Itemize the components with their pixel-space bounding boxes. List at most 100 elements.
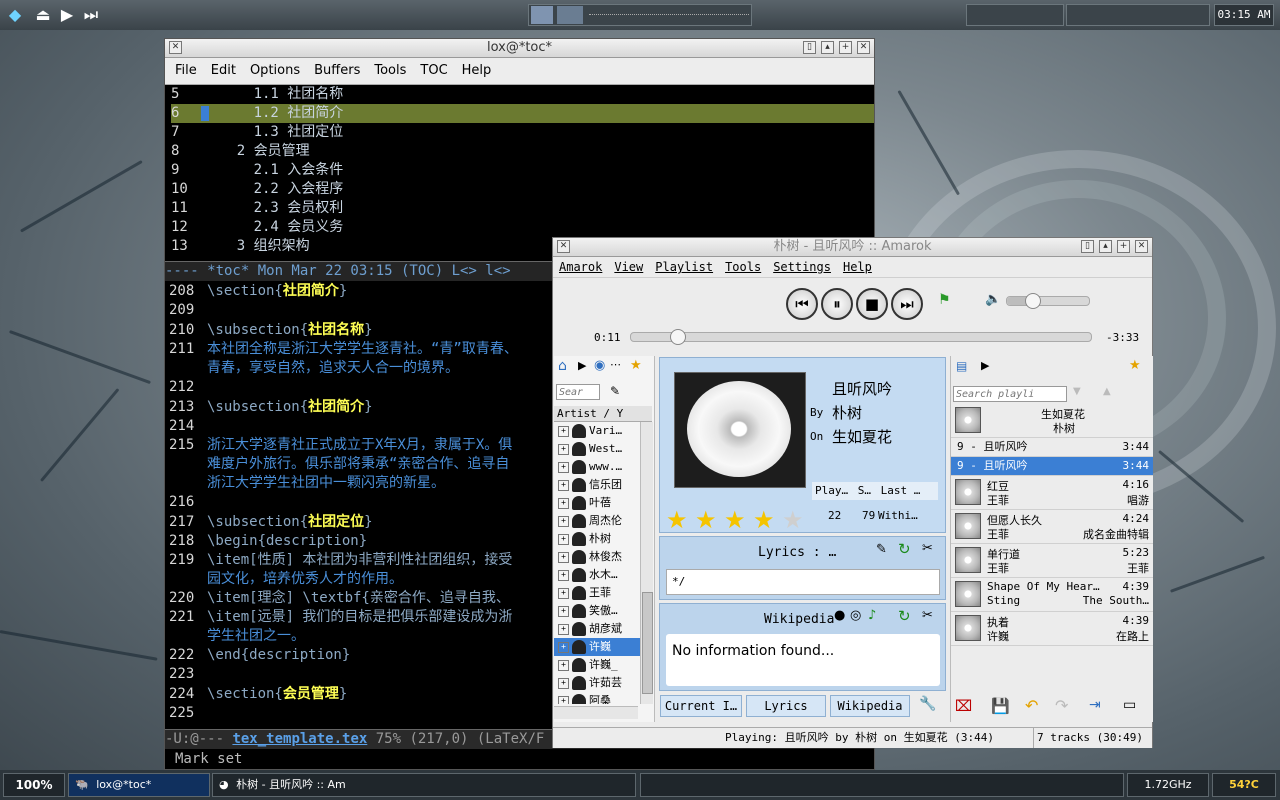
- artist-column-header[interactable]: Artist / Y: [554, 406, 652, 422]
- artist-item[interactable]: + West…: [554, 440, 640, 458]
- cpu-frequency[interactable]: 1.72GHz: [1127, 773, 1209, 797]
- playlist-row[interactable]: Shape Of My Hear… 4:39 Sting The South…: [951, 578, 1153, 612]
- playlist-search-input[interactable]: [953, 386, 1067, 402]
- play-icon[interactable]: ▶: [56, 4, 78, 26]
- artist-item[interactable]: + 周杰伦: [554, 512, 640, 530]
- next-icon[interactable]: ⏭: [80, 4, 102, 26]
- clear-playlist-icon[interactable]: ⌧: [955, 697, 972, 715]
- queue-manager-icon[interactable]: ▭: [1123, 697, 1136, 713]
- rating-star-icon[interactable]: ★: [695, 508, 719, 532]
- settings-icon[interactable]: ✂: [922, 541, 933, 556]
- track-album[interactable]: 生如夏花: [832, 426, 892, 447]
- menu-item-buffers[interactable]: Buffers: [314, 63, 360, 78]
- toc-line[interactable]: 6 1.2 社团简介: [171, 104, 874, 123]
- star-folder-icon[interactable]: ★: [630, 358, 642, 373]
- expand-icon[interactable]: +: [558, 587, 569, 599]
- seek-knob[interactable]: [670, 329, 686, 345]
- rating-star-icon[interactable]: ★: [724, 508, 748, 532]
- playlist-icon[interactable]: ▤: [956, 359, 967, 373]
- album-icon[interactable]: ◎: [850, 608, 861, 623]
- previous-button[interactable]: ⏮: [786, 288, 818, 320]
- expand-icon[interactable]: +: [558, 569, 569, 581]
- scrollbar-thumb[interactable]: [642, 592, 653, 694]
- rating-star-icon[interactable]: ★: [753, 508, 777, 532]
- shade-icon[interactable]: ▯: [803, 41, 816, 54]
- playlist-row[interactable]: 但愿人长久 4:24 王菲 成名金曲特辑: [951, 510, 1153, 544]
- expand-icon[interactable]: +: [558, 461, 569, 473]
- amarok-titlebar[interactable]: ✕ 朴树 - 且听风吟 :: Amarok ▯ ▴ + ✕: [553, 238, 1152, 257]
- expand-icon[interactable]: +: [558, 515, 569, 527]
- seek-slider[interactable]: [630, 329, 1092, 345]
- close-icon[interactable]: ✕: [1135, 240, 1148, 253]
- artist-item[interactable]: + 阿桑: [554, 692, 640, 704]
- expand-icon[interactable]: +: [558, 497, 569, 509]
- menu-item-options[interactable]: Options: [250, 63, 300, 78]
- horizontal-scrollbar[interactable]: [554, 706, 638, 719]
- wrench-icon[interactable]: 🔧: [916, 696, 940, 716]
- artist-item[interactable]: + 许巍: [554, 638, 640, 656]
- volume-knob[interactable]: [1024, 293, 1041, 309]
- shade-icon[interactable]: ▯: [1081, 240, 1094, 253]
- artist-item[interactable]: + 叶蓓: [554, 494, 640, 512]
- artist-item[interactable]: + 许巍_: [554, 656, 640, 674]
- maximize-icon[interactable]: +: [1117, 240, 1130, 253]
- edit-filter-icon[interactable]: ✎: [610, 384, 620, 398]
- goto-current-icon[interactable]: ⇥: [1089, 697, 1101, 713]
- redo-icon[interactable]: ↷: [1055, 696, 1068, 715]
- taskbar-slot-1[interactable]: [966, 4, 1064, 26]
- expand-icon[interactable]: +: [558, 425, 569, 437]
- artist-item[interactable]: + 笑傲…: [554, 602, 640, 620]
- close-icon[interactable]: ✕: [857, 41, 870, 54]
- window-menu-icon[interactable]: ✕: [169, 41, 182, 54]
- expand-icon[interactable]: +: [558, 659, 569, 671]
- tab-wikipedia[interactable]: Wikipedia: [830, 695, 910, 717]
- collection-search-input[interactable]: [556, 384, 600, 400]
- collection-icon[interactable]: ◉: [594, 358, 605, 373]
- volume-slider[interactable]: [1006, 293, 1090, 309]
- playlist-row[interactable]: 9 - 且听风吟 3:44: [951, 438, 1153, 457]
- taskbar-slot-2[interactable]: [1066, 4, 1210, 26]
- edit-lyrics-icon[interactable]: ✎: [876, 542, 887, 557]
- clock[interactable]: 03:15 AM: [1214, 4, 1274, 26]
- save-icon[interactable]: 💾: [991, 697, 1010, 715]
- window-menu-icon[interactable]: ✕: [557, 240, 570, 253]
- menu-item-help[interactable]: Help: [843, 260, 872, 274]
- toc-buffer[interactable]: 5 1.1 社团名称 6 1.2 社团简介 7 1.3 社团定位 8 2 会员管理 9 …: [165, 85, 874, 261]
- artist-item[interactable]: + 胡彦斌: [554, 620, 640, 638]
- menu-item-tools[interactable]: Tools: [374, 63, 406, 78]
- tab-lyrics[interactable]: Lyrics: [746, 695, 826, 717]
- refresh-icon[interactable]: ↻: [898, 607, 911, 625]
- rating-star-icon[interactable]: ★: [782, 508, 806, 532]
- playlist-row[interactable]: 单行道 5:23 王菲 王菲: [951, 544, 1153, 578]
- menu-item-toc[interactable]: TOC: [420, 63, 447, 78]
- flag-icon[interactable]: ⚑: [938, 292, 951, 308]
- down-arrow-icon[interactable]: ▼: [1073, 386, 1081, 397]
- artist-item[interactable]: + 信乐团: [554, 476, 640, 494]
- minibuffer[interactable]: Mark set: [165, 749, 874, 769]
- menu-item-amarok[interactable]: Amarok: [559, 260, 602, 274]
- expand-icon[interactable]: +: [558, 677, 569, 689]
- playlist-row[interactable]: 9 - 且听风吟 3:44: [951, 457, 1153, 476]
- menu-item-edit[interactable]: Edit: [211, 63, 236, 78]
- artist-item[interactable]: + 林俊杰: [554, 548, 640, 566]
- menu-item-tools[interactable]: Tools: [725, 260, 761, 274]
- temperature[interactable]: 54?C: [1212, 773, 1276, 797]
- minimize-icon[interactable]: ▴: [1099, 240, 1112, 253]
- toc-line[interactable]: 7 1.3 社团定位: [171, 123, 874, 142]
- next-button[interactable]: ⏭: [891, 288, 923, 320]
- artist-item[interactable]: + 王菲: [554, 584, 640, 602]
- star-folder-icon[interactable]: ★: [1129, 358, 1141, 373]
- stop-button[interactable]: ■: [856, 288, 888, 320]
- artist-icon[interactable]: ●: [834, 608, 845, 623]
- playlist-row[interactable]: 执着 4:39 许巍 在路上: [951, 612, 1153, 646]
- zoom-indicator[interactable]: 100%: [3, 773, 65, 797]
- expand-icon[interactable]: +: [558, 551, 569, 563]
- expand-icon[interactable]: +: [558, 479, 569, 491]
- pager-desktop-1[interactable]: [531, 6, 553, 24]
- task-amarok[interactable]: ◕ 朴树 - 且听风吟 :: Am: [212, 773, 636, 797]
- expand-icon[interactable]: +: [558, 443, 569, 455]
- emacs-titlebar[interactable]: ✕ lox@*toc* ▯ ▴ + ✕: [165, 39, 874, 58]
- up-arrow-icon[interactable]: ▲: [1103, 386, 1111, 397]
- album-cover[interactable]: [674, 372, 806, 488]
- diamond-menu-icon[interactable]: ◆: [4, 4, 26, 26]
